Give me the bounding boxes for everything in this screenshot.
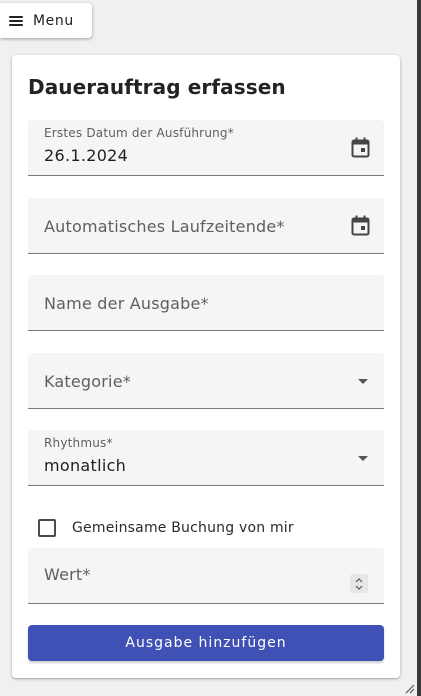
rhythm-label: Rhythmus* (44, 436, 113, 450)
first-date-label: Erstes Datum der Ausführung* (44, 126, 234, 140)
dropdown-arrow-icon (358, 456, 368, 461)
first-date-value: 26.1.2024 (44, 146, 129, 165)
amount-label: Wert* (44, 565, 91, 584)
calendar-icon[interactable] (351, 137, 370, 158)
shared-booking-checkbox[interactable] (38, 519, 56, 537)
hamburger-icon (9, 15, 23, 26)
form-title: Dauerauftrag erfassen (28, 75, 286, 99)
shared-booking-label: Gemeinsame Buchung von mir (72, 520, 294, 536)
add-expense-button[interactable]: Ausgabe hinzufügen (28, 625, 384, 661)
first-date-field[interactable]: Erstes Datum der Ausführung* 26.1.2024 (28, 120, 384, 176)
category-label: Kategorie* (44, 372, 131, 391)
end-date-field[interactable]: Automatisches Laufzeitende* (28, 198, 384, 254)
amount-field[interactable]: Wert* (28, 548, 384, 604)
rhythm-value: monatlich (44, 456, 127, 475)
menu-label: Menu (33, 12, 74, 29)
rhythm-select[interactable]: Rhythmus* monatlich (28, 430, 384, 486)
standing-order-card: Dauerauftrag erfassen Erstes Datum der A… (12, 55, 400, 678)
calendar-icon[interactable] (351, 215, 370, 236)
shared-booking-row[interactable]: Gemeinsame Buchung von mir (38, 518, 294, 538)
category-select[interactable]: Kategorie* (28, 353, 384, 409)
expense-name-field[interactable]: Name der Ausgabe* (28, 275, 384, 331)
dropdown-arrow-icon (358, 379, 368, 384)
resize-grip-icon[interactable] (403, 682, 415, 694)
expense-name-label: Name der Ausgabe* (44, 294, 209, 313)
menu-button[interactable]: Menu (0, 3, 92, 38)
window-border (417, 0, 421, 696)
number-spinner-icon[interactable] (350, 574, 368, 593)
end-date-label: Automatisches Laufzeitende* (44, 217, 285, 236)
